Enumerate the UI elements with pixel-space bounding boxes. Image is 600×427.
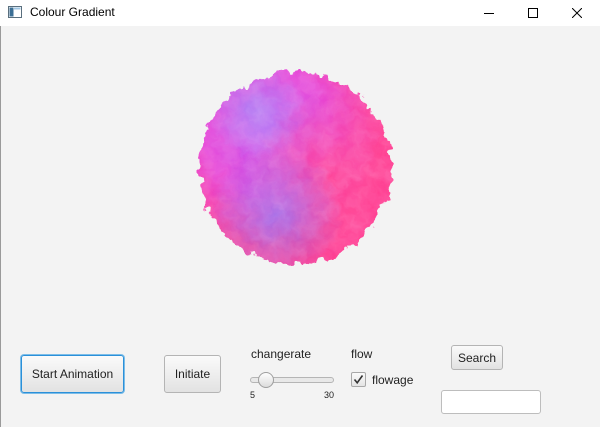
slider-max-label: 30 xyxy=(324,390,335,400)
minimize-button[interactable] xyxy=(466,0,512,26)
slider-min-label: 5 xyxy=(250,390,256,400)
search-button[interactable]: Search xyxy=(451,345,503,370)
flowage-label: flowage xyxy=(372,373,414,387)
window-title: Colour Gradient xyxy=(30,5,115,19)
title-bar[interactable]: Colour Gradient xyxy=(0,0,600,26)
search-input[interactable] xyxy=(441,390,541,414)
changerate-slider[interactable] xyxy=(250,372,334,388)
colour-gradient-canvas xyxy=(199,72,391,264)
changerate-label: changerate xyxy=(251,347,312,361)
initiate-button[interactable]: Initiate xyxy=(164,355,221,393)
maximize-button[interactable] xyxy=(510,0,556,26)
app-window-icon xyxy=(8,6,22,18)
close-icon xyxy=(572,8,582,18)
slider-thumb[interactable] xyxy=(258,372,275,388)
initiate-label: Initiate xyxy=(174,367,211,381)
start-animation-label: Start Animation xyxy=(31,367,114,381)
close-button[interactable] xyxy=(554,0,600,26)
flow-label: flow xyxy=(351,347,373,361)
checkmark-icon xyxy=(353,375,364,385)
flowage-checkbox[interactable] xyxy=(351,372,366,387)
app-window: Colour Gradient Start Animation Initiate… xyxy=(0,0,600,427)
window-border xyxy=(0,26,1,427)
maximize-icon xyxy=(528,8,538,18)
minimize-icon xyxy=(484,13,494,14)
start-animation-button[interactable]: Start Animation xyxy=(21,355,124,393)
search-label: Search xyxy=(457,350,497,365)
